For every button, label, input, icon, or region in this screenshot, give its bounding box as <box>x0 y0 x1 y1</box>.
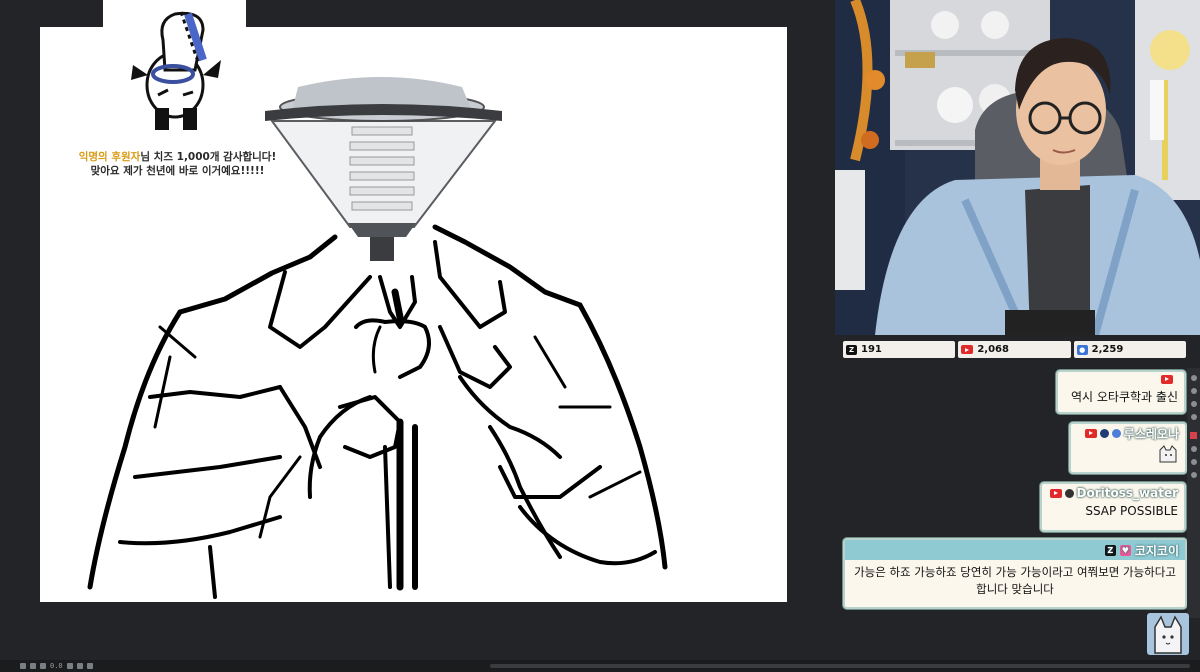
eye-icon[interactable] <box>1190 446 1197 452</box>
reset-view-icon[interactable] <box>86 663 93 669</box>
chzzk-viewers: Z 191 <box>843 341 956 358</box>
eye-icon[interactable] <box>1190 401 1197 407</box>
donation-caption: 익명의 후원자님 치즈 1,000개 감사합니다! 맞아요 제가 천년에 바로 … <box>70 150 285 178</box>
highlight-chat-message: Z ♥ 코지코이 가능은 하죠 가능하죠 당연히 가능 가능이라고 여쭤보면 가… <box>843 538 1187 609</box>
webcam-feed <box>835 0 1200 335</box>
viewer-stats-bar: Z 191 2,068 ● 2,259 <box>843 341 1186 358</box>
chat-username: 루스레오나 <box>1071 424 1185 442</box>
chat-text: 가능은 하죠 가능하죠 당연히 가능 가능이라고 여쭤보면 가능하다고 합니다 … <box>854 565 1176 596</box>
badge-icon <box>1111 428 1121 438</box>
chat-username: Z ♥ 코지코이 <box>845 540 1185 560</box>
donation-sticker <box>103 0 246 140</box>
donation-message: 맞아요 제가 천년에 바로 이거예요!!!!! <box>90 165 265 177</box>
horizontal-scrollbar[interactable] <box>490 664 1190 668</box>
youtube-viewers: 2,068 <box>958 341 1071 358</box>
chat-message: 역시 오타쿠학과 출신 <box>1056 370 1186 414</box>
zoom-out-icon[interactable] <box>20 663 26 669</box>
drawing-workspace: 익명의 후원자님 치즈 1,000개 감사합니다! 맞아요 제가 천년에 바로 … <box>0 0 835 650</box>
chat-message: Doritoss_water SSAP POSSIBLE <box>1040 482 1186 532</box>
total-viewers: ● 2,259 <box>1073 341 1186 358</box>
heart-icon: ♥ <box>1119 544 1131 556</box>
eye-icon[interactable] <box>1190 388 1197 394</box>
youtube-icon <box>1161 374 1173 384</box>
chat-username <box>1058 372 1184 386</box>
badge-icon <box>1099 428 1109 438</box>
streamer-avatar <box>1147 613 1189 655</box>
zoom-level[interactable]: 0.0 <box>50 662 63 670</box>
youtube-icon <box>961 345 974 354</box>
canvas-bottom-toolbar: 0.0 <box>0 660 1200 672</box>
youtube-icon <box>1049 488 1062 498</box>
donor-name: 익명의 후원자 <box>78 151 141 163</box>
rotate-icon[interactable] <box>66 663 73 669</box>
cat-emote-icon <box>1159 445 1177 463</box>
flip-icon[interactable] <box>76 663 83 669</box>
chat-text: 역시 오타쿠학과 출신 <box>1071 390 1178 404</box>
eye-icon[interactable] <box>1190 472 1197 478</box>
people-icon: ● <box>1076 344 1088 355</box>
eye-icon[interactable] <box>1190 459 1197 465</box>
youtube-viewer-count: 2,068 <box>977 344 1009 355</box>
active-layer-marker-icon[interactable] <box>1190 432 1197 439</box>
cat-avatar-icon <box>1154 615 1182 654</box>
layer-panel-strip <box>1187 368 1200 618</box>
donation-text: 님 치즈 1,000개 감사합니다! <box>140 151 277 163</box>
chat-emote <box>1071 442 1185 471</box>
eye-icon[interactable] <box>1190 375 1197 381</box>
chzzk-viewer-count: 191 <box>861 344 882 355</box>
chzzk-icon: Z <box>1104 544 1116 556</box>
chzzk-icon: Z <box>846 344 857 355</box>
suit-sketch <box>87 224 668 599</box>
chat-message: 루스레오나 <box>1069 422 1187 474</box>
youtube-icon <box>1084 428 1097 438</box>
lamp-head-illustration <box>265 77 502 261</box>
zoom-in-icon[interactable] <box>40 663 46 669</box>
avatar <box>1064 488 1074 498</box>
chat-text: SSAP POSSIBLE <box>1085 504 1178 518</box>
chat-username: Doritoss_water <box>1042 484 1184 502</box>
zebra-mascot-icon <box>131 11 221 130</box>
zoom-slider-icon[interactable] <box>30 663 36 669</box>
webcam-image <box>835 0 1200 335</box>
eye-icon[interactable] <box>1190 414 1197 420</box>
total-viewer-count: 2,259 <box>1091 344 1124 355</box>
